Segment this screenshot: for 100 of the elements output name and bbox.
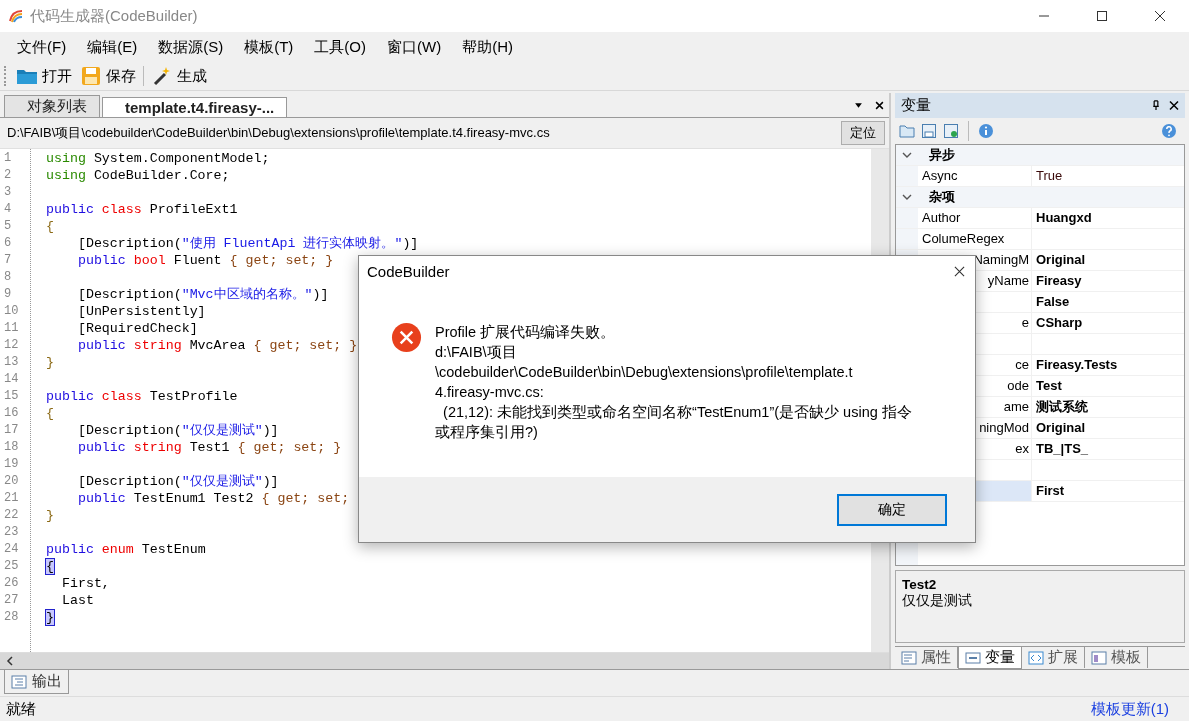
line-number: 10 — [4, 303, 20, 320]
panel-tab[interactable]: 属性 — [895, 647, 958, 668]
list-icon — [901, 650, 917, 665]
toolbar-button[interactable]: 打开 — [12, 66, 76, 86]
panel-tab[interactable]: 变量 — [958, 647, 1022, 669]
menu-item[interactable]: 编辑(E) — [79, 37, 146, 57]
code-line: { — [46, 219, 54, 234]
menu-item[interactable]: 文件(F) — [9, 37, 75, 57]
help-icon[interactable] — [1161, 123, 1177, 140]
code-line: } — [46, 508, 54, 523]
variable-icon — [965, 650, 981, 665]
line-number: 28 — [4, 609, 20, 626]
line-number: 6 — [4, 235, 13, 252]
menu-item[interactable]: 帮助(H) — [454, 37, 521, 57]
line-number: 13 — [4, 354, 20, 371]
document-tab[interactable]: 对象列表 — [4, 95, 100, 117]
error-message: Profile 扩展代码编译失败。 d:\FAIB\项目 \codebuilder\CodeBuilder\bin\Debug\extensions\profile\template.t 4.fireasy-mvc.cs: (21,12): 未能找到类型或命名空间名称“TestEnum1”(是否缺少 using 指令 或程序集引用?) — [435, 323, 912, 442]
status-text: 就绪 — [6, 699, 36, 719]
line-number: 27 — [4, 592, 20, 609]
file-path: D:\FAIB\项目\codebuilder\CodeBuilder\bin\Debug\extensions\profile\template.t4.fireasy-mvc.cs — [7, 124, 551, 142]
menu-item[interactable]: 模板(T) — [236, 37, 302, 57]
property-value-cell[interactable]: Fireasy.Tests — [1032, 354, 1184, 375]
code-line: [Description("使用 FluentApi 进行实体映射。")] — [76, 236, 419, 251]
horizontal-scrollbar[interactable] — [0, 652, 889, 669]
collapse-chevron-icon[interactable] — [902, 151, 912, 158]
app-logo-icon — [8, 8, 24, 24]
menu-item[interactable]: 数据源(S) — [150, 37, 232, 57]
code-line: [Description("Mvc中区域的名称。")] — [76, 287, 329, 302]
code-line: [Description("仅仅是测试")] — [76, 423, 279, 438]
info-icon[interactable] — [978, 123, 994, 140]
code-line: public class ProfileExt1 — [46, 202, 238, 217]
panel-tab[interactable]: 模板 — [1085, 647, 1148, 668]
property-value-cell[interactable]: False — [1032, 291, 1184, 312]
code-line: public enum TestEnum — [46, 542, 206, 557]
property-name-cell[interactable]: Author — [918, 207, 1032, 228]
property-value-cell[interactable]: CSharp — [1032, 312, 1184, 333]
code-line: public class TestProfile — [46, 389, 238, 404]
toolbar-button[interactable]: 保存 — [76, 66, 140, 86]
code-line: public string Test1 { get; set; } — [76, 440, 342, 455]
panel-tab[interactable]: 扩展 — [1022, 647, 1085, 668]
code-line: Last — [60, 593, 94, 608]
description-text: 仅仅是测试 — [902, 592, 973, 611]
property-name-cell[interactable]: Async — [918, 165, 1032, 186]
property-value-cell[interactable]: TB_|TS_ — [1032, 438, 1184, 459]
code-icon — [1028, 650, 1044, 665]
pin-icon[interactable] — [1151, 100, 1161, 112]
code-line: using System.ComponentModel; — [46, 151, 270, 166]
output-icon — [11, 674, 27, 689]
menu-item[interactable]: 工具(O) — [306, 37, 374, 57]
toolbar-button[interactable]: 生成 — [147, 66, 211, 86]
line-number: 26 — [4, 575, 20, 592]
dropdown-icon[interactable] — [854, 101, 863, 110]
code-line: using CodeBuilder.Core; — [46, 168, 230, 183]
collapse-chevron-icon[interactable] — [902, 193, 912, 200]
document-tab[interactable]: template.t4.fireasy-... — [102, 97, 288, 117]
ok-button[interactable]: 确定 — [837, 493, 947, 526]
window-title: 代码生成器(CodeBuilder) — [30, 6, 198, 26]
menu-item[interactable]: 窗口(W) — [379, 37, 450, 57]
property-value-cell[interactable]: Huangxd — [1032, 207, 1184, 228]
output-tab[interactable]: 输出 — [4, 670, 69, 694]
line-number: 15 — [4, 388, 20, 405]
line-number: 19 — [4, 456, 20, 473]
code-line: [RequiredCheck] — [76, 321, 198, 336]
close-icon[interactable] — [1154, 10, 1166, 22]
category-name: 杂项 — [929, 187, 955, 206]
line-number: 3 — [4, 184, 13, 201]
line-number: 20 — [4, 473, 20, 490]
line-number: 7 — [4, 252, 13, 269]
line-number: 5 — [4, 218, 13, 235]
locate-button[interactable]: 定位 — [841, 121, 885, 145]
line-number: 24 — [4, 541, 20, 558]
maximize-icon[interactable] — [1096, 10, 1108, 22]
property-value-cell[interactable]: Original — [1032, 249, 1184, 270]
close-icon[interactable] — [1169, 100, 1179, 112]
line-number: 16 — [4, 405, 20, 422]
code-line: { — [46, 406, 54, 421]
property-value-cell[interactable]: Test — [1032, 375, 1184, 396]
code-line: public string MvcArea { get; set; } — [76, 338, 358, 353]
close-icon[interactable] — [954, 265, 965, 277]
property-value-cell[interactable]: Original — [1032, 417, 1184, 438]
template-update-link[interactable]: 模板更新(1) — [1090, 699, 1169, 719]
code-line: First, — [60, 576, 110, 591]
property-name-cell[interactable]: ColumeRegex — [918, 228, 1032, 249]
close-icon[interactable] — [875, 101, 884, 110]
line-number: 1 — [4, 150, 13, 167]
code-line: [UnPersistently] — [76, 304, 206, 319]
scroll-left-icon[interactable] — [6, 656, 14, 666]
dialog-title: CodeBuilder — [367, 262, 451, 280]
line-number: 11 — [4, 320, 20, 337]
property-value-cell[interactable]: Fireasy — [1032, 270, 1184, 291]
property-value-cell[interactable]: First — [1032, 480, 1184, 501]
code-line: [Description("仅仅是测试")] — [76, 474, 279, 489]
line-number: 18 — [4, 439, 20, 456]
property-value-cell[interactable]: True — [1032, 165, 1184, 186]
line-number: 21 — [4, 490, 20, 507]
line-number: 23 — [4, 524, 20, 541]
property-value-cell[interactable]: 测试系统 — [1032, 396, 1184, 417]
line-number: 2 — [4, 167, 13, 184]
line-number: 8 — [4, 269, 13, 286]
save-as-icon[interactable] — [943, 123, 959, 140]
